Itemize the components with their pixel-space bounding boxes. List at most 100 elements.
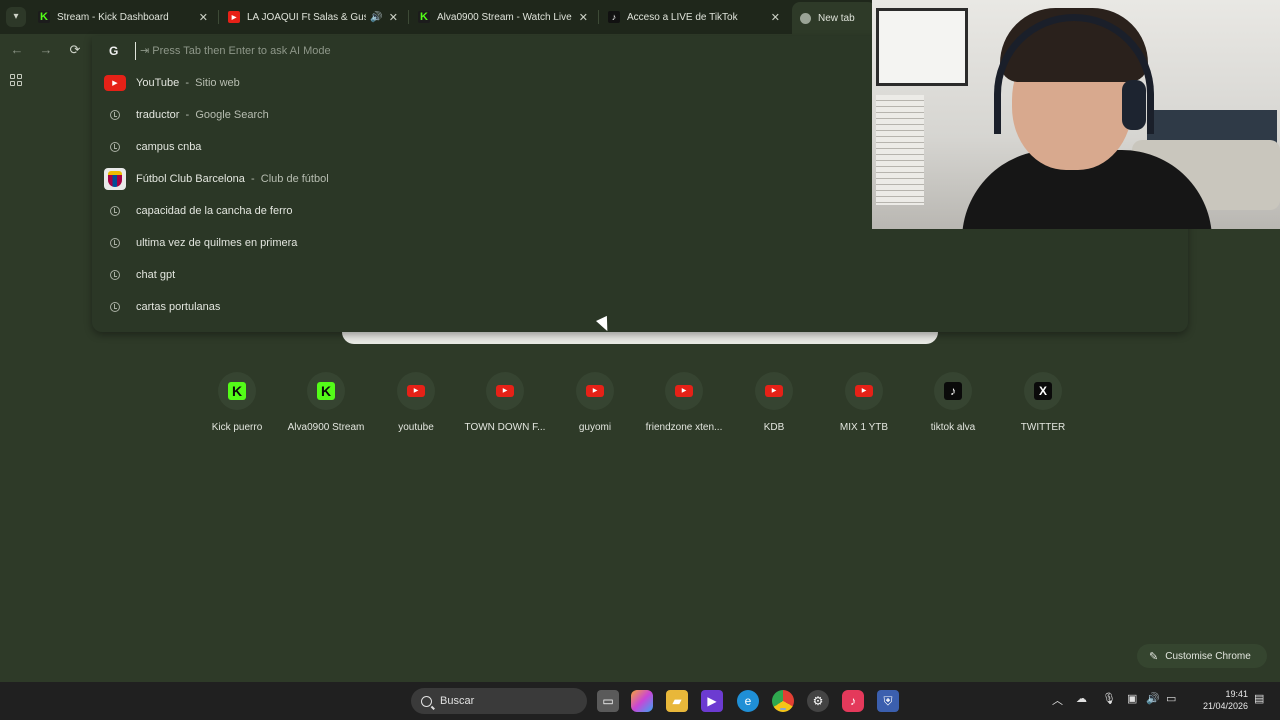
- taskbar: Buscar ▭ ▰ ▶ e ⚙ ♪ ⛨ ︿ ☁ 🎙 ▣ 🔊 ▭ 19:41 2…: [0, 682, 1280, 720]
- volume-icon[interactable]: 🔊: [1146, 692, 1160, 705]
- tab-separator: [408, 10, 409, 24]
- suggestion-cartas-portulanas[interactable]: cartas portulanas: [92, 291, 1188, 323]
- shortcut-kick-puerro[interactable]: K Kick puerro: [192, 372, 282, 433]
- system-clock[interactable]: 19:41 21/04/2026: [1196, 688, 1248, 712]
- shortcut-twitter[interactable]: X TWITTER: [998, 372, 1088, 433]
- shortcut-label: Alva0900 Stream: [287, 422, 365, 433]
- app-icon[interactable]: ⚙: [807, 690, 829, 712]
- suggestion-separator: -: [250, 173, 255, 185]
- history-icon: [110, 142, 120, 152]
- chrome-icon[interactable]: [772, 690, 794, 712]
- tiktok-icon: ♪: [608, 11, 620, 23]
- shortcut-label: KDB: [763, 422, 785, 433]
- close-icon[interactable]: ✕: [389, 11, 398, 24]
- suggestion-chat-gpt[interactable]: chat gpt: [92, 259, 1188, 291]
- suggestion-title: campus cnba: [136, 141, 202, 153]
- suggestion-title: capacidad de la cancha de ferro: [136, 205, 293, 217]
- tab-search-button[interactable]: ▾: [6, 7, 26, 27]
- history-icon: [110, 206, 120, 216]
- notification-icon[interactable]: ▤: [1254, 692, 1264, 705]
- chrome-icon: [800, 12, 811, 24]
- task-view-icon[interactable]: ▭: [597, 690, 619, 712]
- close-icon[interactable]: ✕: [771, 11, 780, 24]
- tab-title: LA JOAQUI Ft Salas & Gust: [247, 11, 367, 23]
- tab-separator: [218, 10, 219, 24]
- speaker-icon[interactable]: 🔊: [370, 12, 382, 23]
- reload-button[interactable]: ⟳: [66, 41, 84, 59]
- apps-grid-icon[interactable]: [10, 74, 22, 86]
- history-icon: [110, 270, 120, 280]
- youtube-icon: ▶: [675, 385, 693, 397]
- clock-time: 19:41: [1225, 689, 1248, 699]
- kick-icon: K: [418, 11, 430, 23]
- tab-title: New tab: [818, 12, 855, 24]
- taskbar-search[interactable]: Buscar: [411, 688, 587, 714]
- headset-earcup: [1122, 80, 1146, 130]
- tab-tiktok-live[interactable]: ♪ Acceso a LIVE de TikTok ✕: [600, 4, 788, 30]
- customise-chrome-label: Customise Chrome: [1165, 650, 1251, 662]
- webcam-overlay: [872, 0, 1280, 229]
- copilot-icon[interactable]: [631, 690, 653, 712]
- forward-button[interactable]: →: [37, 41, 55, 59]
- google-icon: G: [109, 44, 119, 58]
- address-bar-input[interactable]: [135, 42, 535, 60]
- tab-kick-dashboard[interactable]: K Stream - Kick Dashboard ✕: [30, 4, 216, 30]
- shortcut-label: TWITTER: [1020, 422, 1066, 433]
- youtube-icon: ▶: [586, 385, 604, 397]
- tiktok-live-studio-icon[interactable]: ♪: [842, 690, 864, 712]
- clipchamp-icon[interactable]: ▶: [701, 690, 723, 712]
- x-icon: X: [1034, 382, 1052, 400]
- suggestion-subtitle: Google Search: [195, 109, 269, 121]
- suggestion-subtitle: Sitio web: [195, 77, 240, 89]
- tab-title: Alva0900 Stream - Watch Live c: [437, 11, 573, 23]
- shortcut-kdb[interactable]: ▶ KDB: [729, 372, 819, 433]
- onedrive-icon[interactable]: ☁: [1076, 692, 1087, 705]
- windows-start-icon[interactable]: [383, 692, 401, 710]
- wall-picture-frame: [876, 8, 968, 86]
- shortcut-friendzone[interactable]: ▶ friendzone xten...: [639, 372, 729, 433]
- shortcut-label: youtube: [398, 422, 434, 433]
- shortcut-town-down[interactable]: ▶ TOWN DOWN F...: [460, 372, 550, 433]
- tiktok-icon: ♪: [944, 382, 962, 400]
- customise-chrome-button[interactable]: ✎ Customise Chrome: [1137, 644, 1267, 668]
- suggestion-title: ultima vez de quilmes en primera: [136, 237, 298, 249]
- file-explorer-icon[interactable]: ▰: [666, 690, 688, 712]
- close-icon[interactable]: ✕: [579, 11, 588, 24]
- network-icon[interactable]: ▣: [1127, 692, 1137, 705]
- shortcut-alva-stream[interactable]: K Alva0900 Stream: [281, 372, 371, 433]
- tab-alva-stream[interactable]: K Alva0900 Stream - Watch Live c ✕: [410, 4, 596, 30]
- shortcut-label: MIX 1 YTB: [839, 422, 889, 433]
- suggestion-quilmes[interactable]: ultima vez de quilmes en primera: [92, 227, 1188, 259]
- suggestion-separator: -: [185, 77, 190, 89]
- tab-separator: [598, 10, 599, 24]
- tab-title: Acceso a LIVE de TikTok: [627, 11, 738, 23]
- suggestion-title: chat gpt: [136, 269, 176, 281]
- taskbar-search-label: Buscar: [440, 695, 475, 707]
- suggestion-title: Fútbol Club Barcelona: [136, 173, 245, 185]
- suggestion-subtitle: Club de fútbol: [260, 173, 329, 185]
- shortcut-mix-1-ytb[interactable]: ▶ MIX 1 YTB: [819, 372, 909, 433]
- shortcut-guyomi[interactable]: ▶ guyomi: [550, 372, 640, 433]
- back-button[interactable]: ←: [8, 41, 26, 59]
- kick-icon: K: [317, 382, 335, 400]
- shortcut-youtube[interactable]: ▶ youtube: [371, 372, 461, 433]
- youtube-icon: ▶: [228, 11, 240, 23]
- shortcut-label: friendzone xten...: [645, 422, 723, 433]
- youtube-icon: ▶: [496, 385, 514, 397]
- microphone-icon[interactable]: 🎙: [1102, 692, 1116, 705]
- edge-icon[interactable]: e: [737, 690, 759, 712]
- shortcut-label: guyomi: [578, 422, 612, 433]
- kick-icon: K: [38, 11, 50, 23]
- close-icon[interactable]: ✕: [199, 11, 208, 24]
- youtube-icon: ▶: [855, 385, 873, 397]
- youtube-icon: ▶: [765, 385, 783, 397]
- tab-new-tab[interactable]: New tab: [792, 2, 876, 34]
- kick-icon: K: [228, 382, 246, 400]
- shortcut-tiktok-alva[interactable]: ♪ tiktok alva: [908, 372, 998, 433]
- battery-icon[interactable]: ▭: [1166, 692, 1176, 705]
- tab-la-joaqui[interactable]: ▶ LA JOAQUI Ft Salas & Gust 🔊 ✕: [220, 4, 406, 30]
- shortcut-label: TOWN DOWN F...: [464, 422, 546, 433]
- shield-icon[interactable]: ⛨: [877, 690, 899, 712]
- tab-title: Stream - Kick Dashboard: [57, 11, 169, 23]
- chevron-up-icon[interactable]: ︿: [1052, 692, 1063, 708]
